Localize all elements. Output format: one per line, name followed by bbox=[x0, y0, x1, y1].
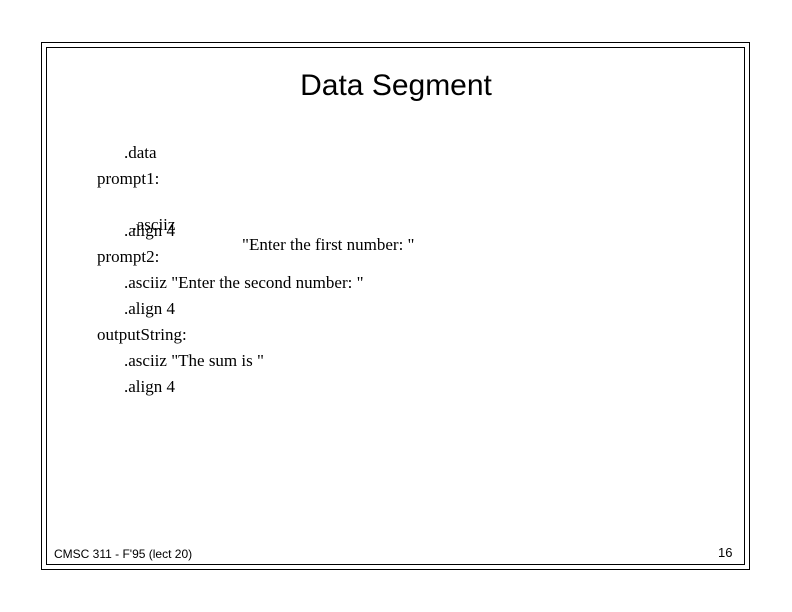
footer-course-label: CMSC 311 - F'95 (lect 20) bbox=[54, 547, 193, 561]
code-line-outputstring-label: outputString: bbox=[97, 325, 187, 344]
prompt1-string: "Enter the first number: " bbox=[242, 235, 415, 254]
code-line-prompt2-label: prompt2: bbox=[97, 247, 160, 266]
footer-page-number: 16 bbox=[718, 545, 733, 560]
code-line-prompt1-asciiz: .asciiz "Enter the first number: " bbox=[124, 195, 624, 255]
code-line-align-3: .align 4 bbox=[124, 377, 175, 396]
code-line-outputstring-asciiz: .asciiz "The sum is " bbox=[124, 351, 264, 370]
code-line-align-1: .align 4 bbox=[124, 221, 175, 240]
code-line-prompt1-label: prompt1: bbox=[97, 169, 160, 188]
code-line-data-directive: .data bbox=[124, 143, 157, 162]
code-line-prompt2-asciiz: .asciiz "Enter the second number: " bbox=[124, 273, 364, 292]
slide-title: Data Segment bbox=[300, 69, 492, 102]
code-line-align-2: .align 4 bbox=[124, 299, 175, 318]
